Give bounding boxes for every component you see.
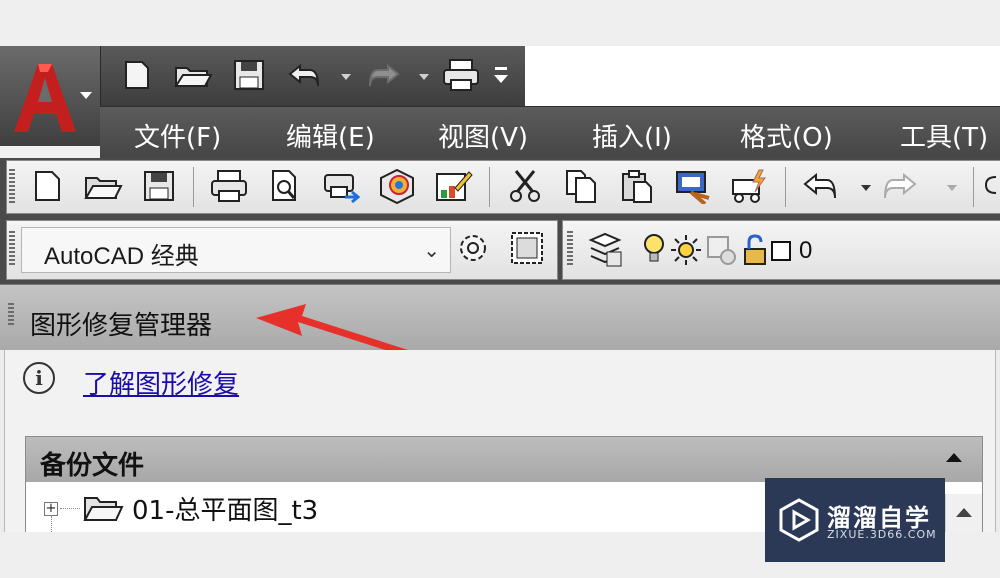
qat-new-icon[interactable] xyxy=(117,58,157,92)
menu-view[interactable]: 视图(V) xyxy=(438,117,528,154)
paste-icon[interactable] xyxy=(617,167,657,205)
current-layer-name[interactable]: 0 xyxy=(799,237,812,265)
qat-redo-icon[interactable] xyxy=(363,58,403,92)
toolbar-grip[interactable] xyxy=(567,231,573,267)
match-properties-icon[interactable] xyxy=(673,167,713,205)
copy-icon[interactable] xyxy=(561,167,601,205)
menu-bar: 文件(F) 编辑(E) 视图(V) 插入(I) 格式(O) 工具(T) xyxy=(100,106,1000,159)
new-icon[interactable] xyxy=(27,167,67,205)
learn-recovery-link[interactable]: 了解图形修复 xyxy=(83,364,239,401)
plot-style-editor-icon[interactable] xyxy=(433,167,473,205)
panel-title: 图形修复管理器 xyxy=(30,311,213,341)
menu-tools[interactable]: 工具(T) xyxy=(900,117,988,154)
backup-file-name[interactable]: 01-总平面图_t3 xyxy=(132,490,318,527)
qat-open-icon[interactable] xyxy=(173,58,213,92)
info-icon: i xyxy=(23,362,55,394)
tree-line xyxy=(60,508,80,509)
screen-top-background xyxy=(0,0,1000,46)
workspaces-toolbar: AutoCAD 经典 ⌄ xyxy=(6,220,558,280)
qat-plot-icon[interactable] xyxy=(441,58,481,92)
standard-toolbar xyxy=(0,158,1000,216)
watermark-badge: 溜溜自学 ZIXUE.3D66.COM xyxy=(765,478,945,562)
block-editor-icon[interactable] xyxy=(729,167,769,205)
workspace-layers-toolbar: AutoCAD 经典 ⌄ 0 xyxy=(0,216,1000,284)
undo-icon[interactable] xyxy=(801,167,841,205)
watermark-play-logo-icon xyxy=(779,498,819,542)
qat-undo-dropdown-icon[interactable] xyxy=(341,74,351,80)
qat-save-icon[interactable] xyxy=(229,58,269,92)
chevron-down-icon: ⌄ xyxy=(423,238,440,262)
plot-icon[interactable] xyxy=(209,167,249,205)
layer-on-bulb-icon[interactable] xyxy=(639,231,669,269)
toolbar-separator xyxy=(973,167,974,207)
collapse-up-icon[interactable] xyxy=(946,453,962,462)
redo-dropdown-icon[interactable] xyxy=(947,185,957,191)
workspace-settings-icon[interactable] xyxy=(453,229,493,267)
menu-edit[interactable]: 编辑(E) xyxy=(286,117,375,154)
layer-thaw-sun-icon[interactable] xyxy=(669,231,703,269)
panel-grip[interactable] xyxy=(8,303,14,327)
plot-preview-icon[interactable] xyxy=(265,167,305,205)
application-menu-chevron-icon xyxy=(80,92,92,99)
toolbar-grip[interactable] xyxy=(9,169,15,205)
tree-line xyxy=(51,516,52,532)
clean-screen-icon[interactable] xyxy=(507,229,547,267)
qat-undo-icon[interactable] xyxy=(285,58,325,92)
watermark-subtitle: ZIXUE.3D66.COM xyxy=(827,528,937,541)
backup-files-header[interactable]: 备份文件 xyxy=(25,436,983,484)
layer-viewport-freeze-icon[interactable] xyxy=(703,231,739,269)
menu-file[interactable]: 文件(F) xyxy=(134,117,221,154)
save-icon[interactable] xyxy=(139,167,179,205)
autocad-logo-icon xyxy=(14,64,76,132)
scroll-up-arrow-icon xyxy=(956,508,972,517)
application-menu-button[interactable] xyxy=(0,46,101,146)
menu-insert[interactable]: 插入(I) xyxy=(592,117,672,154)
workspace-select-value: AutoCAD 经典 xyxy=(44,243,199,270)
layer-unlock-icon[interactable] xyxy=(739,231,771,269)
drawing-recovery-panel-header: 图形修复管理器 xyxy=(0,284,1000,351)
folder-icon xyxy=(83,497,124,521)
toolbar-separator xyxy=(193,167,194,207)
qat-customize-icon[interactable] xyxy=(489,58,513,92)
toolbar-separator xyxy=(489,167,490,207)
quick-access-toolbar xyxy=(100,46,525,107)
toolbar-grip[interactable] xyxy=(9,231,15,267)
3d-dwf-icon[interactable] xyxy=(377,167,417,205)
publish-icon[interactable] xyxy=(321,167,361,205)
layers-toolbar: 0 xyxy=(562,220,1000,280)
backup-files-title: 备份文件 xyxy=(40,451,145,481)
menu-format[interactable]: 格式(O) xyxy=(740,117,833,154)
expand-plus-icon[interactable]: + xyxy=(44,502,58,516)
toolbar-separator xyxy=(785,167,786,207)
undo-dropdown-icon[interactable] xyxy=(861,185,871,191)
workspace-select[interactable]: AutoCAD 经典 ⌄ xyxy=(21,227,451,273)
redo-icon[interactable] xyxy=(879,167,919,205)
layer-properties-icon[interactable] xyxy=(585,231,625,269)
pan-icon[interactable] xyxy=(981,167,999,205)
open-icon[interactable] xyxy=(83,167,123,205)
scrollbar-up-button[interactable] xyxy=(945,494,982,534)
layer-color-swatch[interactable] xyxy=(771,241,791,261)
cut-icon[interactable] xyxy=(505,167,545,205)
qat-redo-dropdown-icon[interactable] xyxy=(419,74,429,80)
title-bar-background xyxy=(525,46,1000,106)
